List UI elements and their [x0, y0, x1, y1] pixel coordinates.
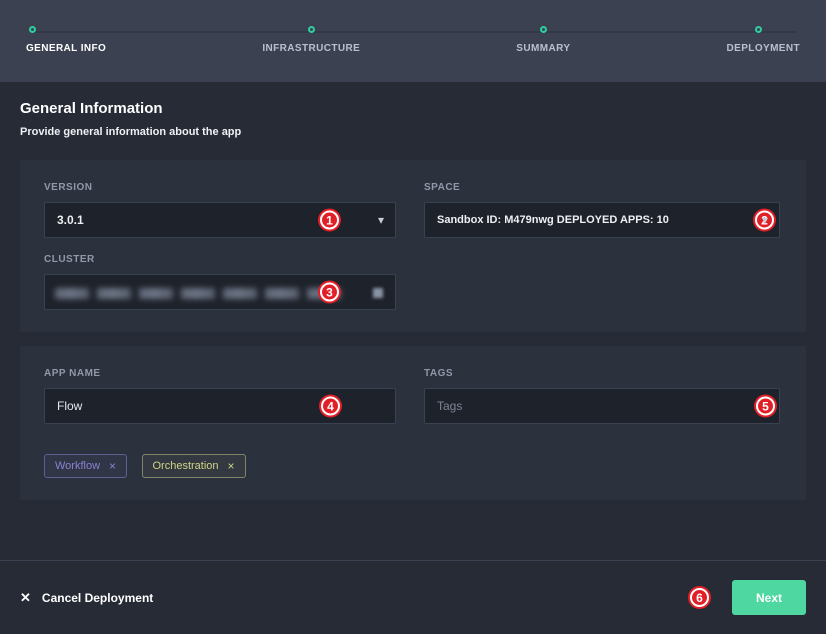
tags-field: TAGS 5	[424, 368, 780, 424]
step-infrastructure[interactable]: INFRASTRUCTURE	[262, 26, 360, 82]
app-name-field: APP NAME 4	[44, 368, 396, 424]
step-general-info[interactable]: GENERAL INFO	[26, 26, 106, 82]
annotation-badge-1: 1	[320, 211, 339, 230]
environment-panel: VERSION 3.0.1 1 ▾ SPACE Sandbox ID: M479…	[20, 160, 806, 332]
chevron-down-icon[interactable]: ▾	[762, 213, 768, 227]
space-value: Sandbox ID: M479nwg DEPLOYED APPS: 10	[437, 214, 669, 226]
version-select[interactable]: 3.0.1 1 ▾	[44, 202, 396, 238]
remove-tag-icon[interactable]: ×	[228, 459, 235, 473]
cluster-field: CLUSTER 3	[44, 254, 396, 310]
step-label: INFRASTRUCTURE	[262, 43, 360, 54]
annotation-badge-3: 3	[320, 283, 339, 302]
step-label: DEPLOYMENT	[727, 43, 800, 54]
stepper-connector-line	[30, 31, 796, 33]
deployment-stepper: GENERAL INFO INFRASTRUCTURE SUMMARY DEPL…	[0, 0, 826, 82]
annotation-badge-5: 5	[756, 397, 775, 416]
next-button[interactable]: Next	[732, 580, 806, 615]
cancel-deployment-label: Cancel Deployment	[42, 591, 153, 605]
chevron-down-icon[interactable]: ▾	[378, 213, 384, 227]
tags-label: TAGS	[424, 368, 780, 379]
space-label: SPACE	[424, 182, 780, 193]
step-label: GENERAL INFO	[26, 43, 106, 54]
cancel-deployment-button[interactable]: ✕ Cancel Deployment	[20, 590, 153, 606]
redacted-cluster-icon	[373, 288, 383, 298]
step-summary[interactable]: SUMMARY	[516, 26, 570, 82]
annotation-badge-4: 4	[321, 397, 340, 416]
page-title: General Information	[20, 100, 806, 117]
close-icon: ✕	[20, 590, 31, 606]
tag-chip-label: Orchestration	[153, 460, 219, 472]
tag-chip-label: Workflow	[55, 460, 100, 472]
redacted-cluster-value	[55, 288, 343, 299]
tag-chips-row: Workflow × Orchestration ×	[44, 454, 396, 478]
version-value: 3.0.1	[57, 213, 84, 227]
annotation-badge-6: 6	[690, 588, 709, 607]
page-subtitle: Provide general information about the ap…	[20, 126, 806, 138]
step-label: SUMMARY	[516, 43, 570, 54]
remove-tag-icon[interactable]: ×	[109, 459, 116, 473]
version-label: VERSION	[44, 182, 396, 193]
space-select[interactable]: Sandbox ID: M479nwg DEPLOYED APPS: 10 2 …	[424, 202, 780, 238]
step-indicator-icon	[755, 26, 762, 33]
app-details-panel: APP NAME 4 TAGS 5 Workflow ×	[20, 346, 806, 500]
general-info-form: General Information Provide general info…	[0, 82, 826, 500]
tag-chip-orchestration: Orchestration ×	[142, 454, 246, 478]
cluster-label: CLUSTER	[44, 254, 396, 265]
version-field: VERSION 3.0.1 1 ▾	[44, 182, 396, 238]
tag-chip-workflow: Workflow ×	[44, 454, 127, 478]
app-name-label: APP NAME	[44, 368, 396, 379]
step-deployment[interactable]: DEPLOYMENT	[727, 26, 800, 82]
cluster-input[interactable]: 3	[44, 274, 396, 310]
space-field: SPACE Sandbox ID: M479nwg DEPLOYED APPS:…	[424, 182, 780, 238]
app-name-input[interactable]	[44, 388, 396, 424]
tags-input[interactable]	[424, 388, 780, 424]
step-indicator-icon	[29, 26, 36, 33]
step-indicator-icon	[540, 26, 547, 33]
step-indicator-icon	[308, 26, 315, 33]
wizard-footer: ✕ Cancel Deployment 6 Next	[0, 560, 826, 634]
